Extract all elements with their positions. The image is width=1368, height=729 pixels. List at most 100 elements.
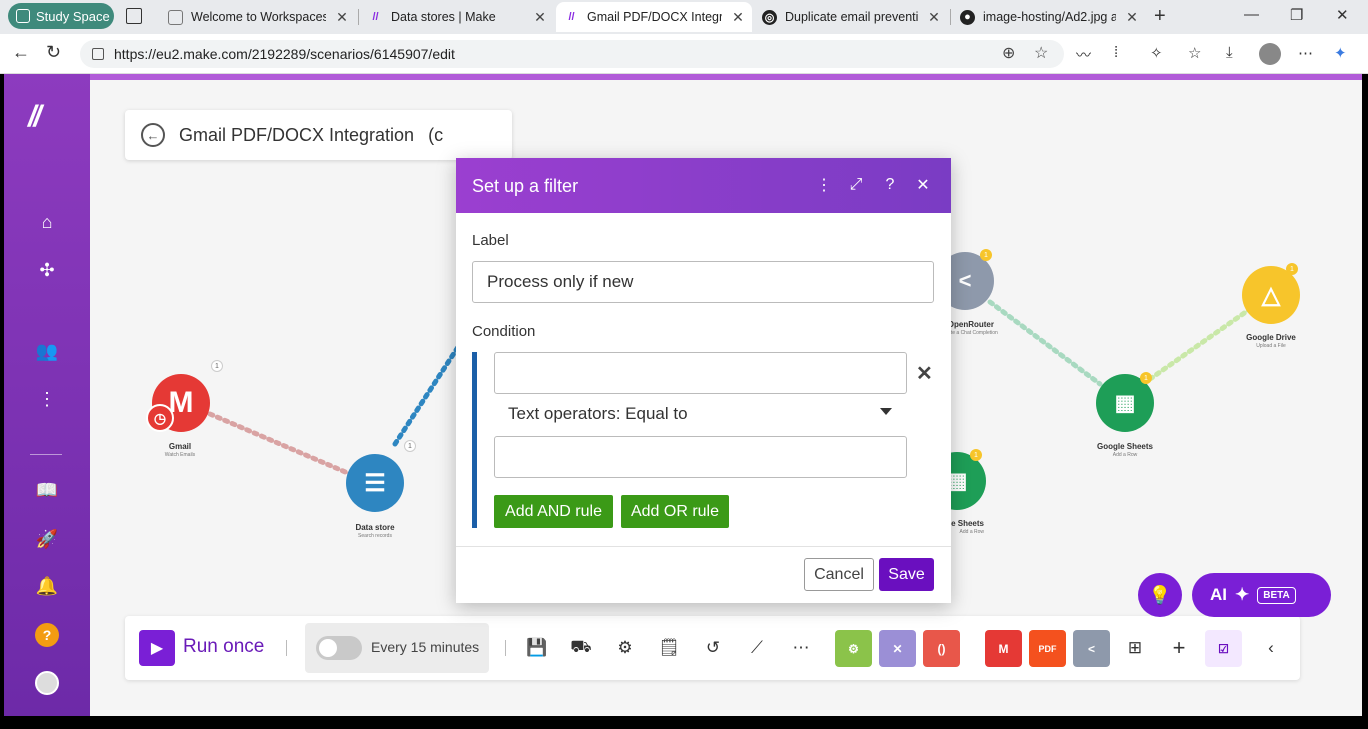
scheduling-icon[interactable]: ⛟: [569, 636, 593, 660]
close-icon[interactable]: ✕: [1124, 9, 1140, 26]
node-badge: 1: [970, 449, 982, 461]
reload-icon[interactable]: ↻: [46, 42, 61, 63]
clock-trigger-icon[interactable]: ◷: [146, 404, 174, 432]
node-badge: 1: [404, 440, 416, 452]
schedule-label[interactable]: Every 15 minutes: [371, 639, 479, 655]
run-once-button[interactable]: Run once: [183, 636, 264, 658]
expand-icon[interactable]: ⤢: [846, 175, 866, 195]
docs-book-icon[interactable]: 📖: [35, 478, 59, 502]
condition-operand-b-input[interactable]: [494, 436, 907, 478]
copilot-icon[interactable]: ✦: [1334, 44, 1347, 62]
site-info-icon[interactable]: [92, 48, 104, 60]
ai-assistant-button[interactable]: AI ✦ BETA: [1192, 573, 1331, 617]
datastore-to-filter-connection: [392, 341, 463, 447]
restore-icon[interactable]: ❐: [1290, 6, 1303, 24]
add-and-rule-button[interactable]: Add AND rule: [494, 495, 613, 528]
apps-icon[interactable]: ⁞: [1114, 44, 1118, 61]
minimize-icon[interactable]: —: [1244, 6, 1259, 23]
data-store-node[interactable]: ☰: [346, 454, 404, 512]
operator-select[interactable]: Text operators: Equal to: [508, 404, 688, 424]
condition-operand-a-input[interactable]: [494, 352, 907, 394]
node-badge: 1: [1140, 372, 1152, 384]
team-icon[interactable]: 👥: [35, 339, 59, 363]
sidebar-divider: [30, 454, 62, 455]
play-icon[interactable]: ▶: [139, 630, 175, 666]
notes-icon[interactable]: 🗒: [657, 636, 681, 660]
tab-gmail-integration[interactable]: // Gmail PDF/DOCX Integrat ✕: [556, 2, 752, 32]
cancel-button[interactable]: Cancel: [804, 558, 874, 591]
add-module-icon[interactable]: +: [1167, 635, 1191, 660]
lightbulb-icon[interactable]: 💡: [1138, 573, 1182, 617]
help-question-icon[interactable]: ?: [880, 175, 900, 195]
dialog-footer-divider: [456, 546, 951, 547]
downloads-icon[interactable]: ⤓: [1226, 44, 1233, 61]
tab-image-hosting[interactable]: ● image-hosting/Ad2.jpg at ✕: [952, 2, 1146, 32]
toolbar-separator: [286, 640, 287, 656]
text-parser-tile[interactable]: (): [923, 630, 960, 667]
kebab-menu-icon[interactable]: ⋮: [814, 175, 834, 195]
close-icon[interactable]: ✕: [926, 9, 942, 26]
flow-control-tile[interactable]: ✕: [879, 630, 916, 667]
home-icon[interactable]: ⌂: [35, 210, 59, 234]
close-icon[interactable]: ✕: [913, 175, 933, 195]
more-horizontal-icon[interactable]: ⋯: [789, 636, 813, 660]
tab-welcome[interactable]: Welcome to Workspaces ✕: [160, 2, 356, 32]
scenario-title[interactable]: Gmail PDF/DOCX Integration: [179, 125, 414, 146]
help-icon[interactable]: ?: [35, 623, 59, 647]
close-window-icon[interactable]: ✕: [1336, 6, 1349, 24]
back-icon[interactable]: ←: [12, 42, 30, 63]
openrouter-tile[interactable]: <: [1073, 630, 1110, 667]
node-badge: 1: [1286, 263, 1298, 275]
condition-heading: Condition: [472, 323, 536, 340]
auto-align-wand-icon[interactable]: ⟋: [745, 636, 769, 660]
checklist-icon[interactable]: ☑: [1205, 630, 1242, 667]
favorites-icon[interactable]: ☆: [1188, 44, 1201, 62]
make-logo[interactable]: //: [28, 100, 42, 134]
profile-chip[interactable]: Study Space: [8, 3, 114, 29]
delete-rule-icon[interactable]: ✕: [916, 361, 933, 386]
collapse-chevron-icon[interactable]: ‹: [1259, 636, 1283, 660]
save-button[interactable]: Save: [879, 558, 934, 591]
notifications-bell-icon[interactable]: 🔔: [35, 574, 59, 598]
undo-icon[interactable]: ↺: [701, 636, 725, 660]
dialog-header: Set up a filter ⋮ ⤢ ? ✕: [456, 158, 951, 213]
chevron-down-icon[interactable]: [880, 408, 892, 415]
user-avatar[interactable]: [35, 671, 59, 695]
tab-duplicate-email[interactable]: ◎ Duplicate email preventio ✕: [754, 2, 948, 32]
close-icon[interactable]: ✕: [532, 9, 548, 26]
tab-actions-icon[interactable]: [126, 8, 142, 24]
close-icon[interactable]: ✕: [730, 9, 746, 26]
filter-dialog: Set up a filter ⋮ ⤢ ? ✕ Label Condition …: [456, 158, 951, 603]
performance-icon[interactable]: 〰: [1076, 44, 1091, 65]
condition-group-bar: [472, 352, 477, 528]
apps-grid-icon[interactable]: ⊞: [1123, 636, 1147, 660]
profile-avatar[interactable]: [1259, 43, 1281, 65]
scenarios-icon[interactable]: ✣: [35, 258, 59, 282]
label-input[interactable]: [472, 261, 934, 303]
workspaces-icon: [16, 9, 30, 23]
new-tab-icon[interactable]: +: [1154, 5, 1166, 28]
gmail-tile[interactable]: M: [985, 630, 1022, 667]
close-icon[interactable]: ✕: [334, 9, 350, 26]
zoom-icon[interactable]: ⊕: [1002, 43, 1015, 63]
tools-gear-tile[interactable]: ⚙: [835, 630, 872, 667]
add-or-rule-button[interactable]: Add OR rule: [621, 495, 729, 528]
beta-badge: BETA: [1257, 586, 1296, 604]
rocket-icon[interactable]: 🚀: [35, 527, 59, 551]
pdf-tile[interactable]: PDF: [1029, 630, 1066, 667]
scenario-title-card: ← Gmail PDF/DOCX Integration (c: [125, 110, 512, 160]
back-arrow-icon[interactable]: ←: [141, 123, 165, 147]
save-icon[interactable]: 💾: [525, 636, 549, 660]
more-vertical-icon[interactable]: ⋮: [35, 387, 59, 411]
dialog-title: Set up a filter: [472, 176, 579, 196]
tab-data-stores[interactable]: // Data stores | Make ✕: [360, 2, 554, 32]
sparkle-icon: ✦: [1235, 585, 1250, 604]
scenario-toolbar: ▶ Run once Every 15 minutes 💾 ⛟ ⚙ 🗒 ↺ ⟋ …: [125, 616, 1300, 680]
bookmark-star-icon[interactable]: ☆: [1034, 43, 1048, 63]
schedule-toggle[interactable]: [316, 636, 362, 660]
extensions-icon[interactable]: ✧: [1150, 44, 1163, 62]
make-tab-icon: //: [372, 11, 379, 23]
settings-gear-icon[interactable]: ⚙: [613, 636, 637, 660]
url-bar[interactable]: https://eu2.make.com/2192289/scenarios/6…: [80, 40, 1064, 68]
more-icon[interactable]: ⋯: [1298, 44, 1313, 62]
